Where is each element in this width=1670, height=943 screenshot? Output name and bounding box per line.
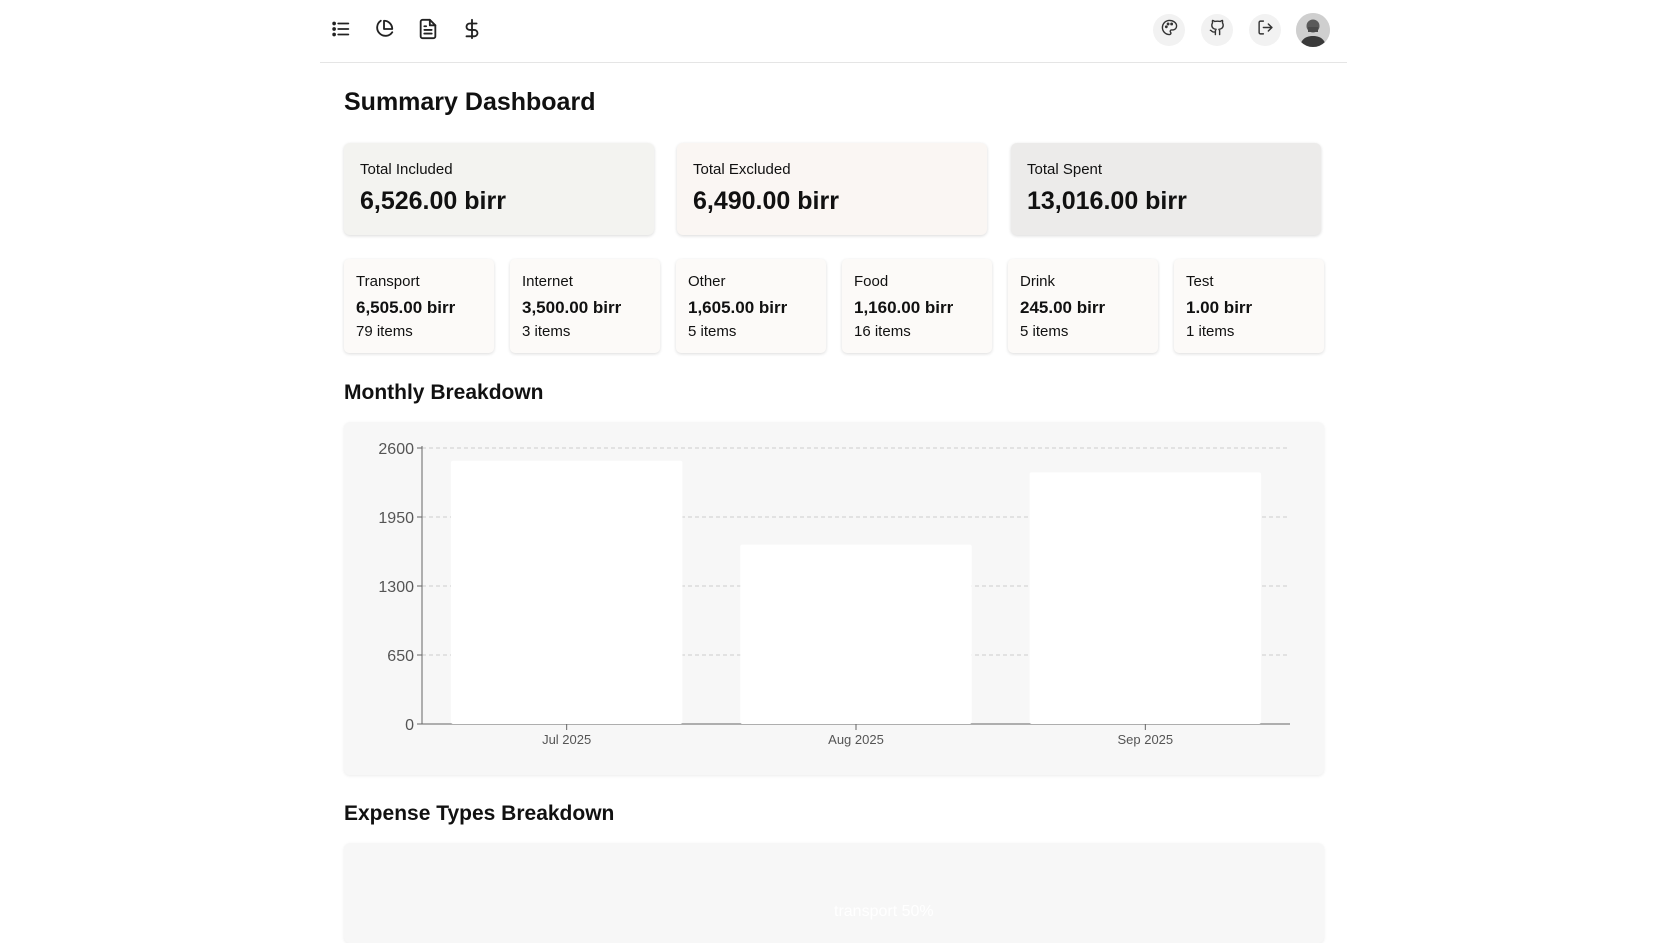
top-navbar [320,0,1347,63]
category-card-test: Test 1.00 birr 1 items [1174,259,1324,353]
y-tick-label: 1300 [378,579,414,596]
total-spent-card: Total Spent 13,016.00 birr [1011,143,1321,235]
bar [1029,472,1262,724]
total-excluded-card: Total Excluded 6,490.00 birr [677,143,987,235]
logout-icon [1257,19,1274,41]
category-count: 5 items [1020,323,1069,340]
total-included-label: Total Included [360,161,453,178]
category-card-food: Food 1,160.00 birr 16 items [842,259,992,353]
total-included-value: 6,526.00 birr [360,187,506,215]
category-amount: 1.00 birr [1186,298,1253,317]
category-amount: 6,505.00 birr [356,298,456,317]
category-count: 5 items [688,323,737,340]
category-amount: 245.00 birr [1020,298,1106,317]
avatar[interactable] [1296,13,1330,47]
total-spent-value: 13,016.00 birr [1027,187,1187,215]
total-spent-label: Total Spent [1027,161,1103,178]
list-icon[interactable] [328,16,354,42]
category-name: Transport [356,273,420,290]
monthly-chart-panel: 0 650 1300 1950 2600 Jul 2025 Aug 2025 Sep 2025 [344,422,1324,775]
x-tick-label: Aug 2025 [828,732,884,747]
dollar-icon[interactable] [459,16,485,42]
y-tick-label: 0 [405,717,414,734]
total-included-card: Total Included 6,526.00 birr [344,143,654,235]
monthly-bar-chart: 0 650 1300 1950 2600 Jul 2025 Aug 2025 Sep 2025 [378,441,1290,747]
category-amount: 1,160.00 birr [854,298,954,317]
y-tick-label: 1950 [378,510,414,527]
bar [740,544,972,724]
palette-icon [1161,19,1178,41]
app-container: Summary Dashboard Total Included 6,526.0… [320,0,1347,943]
bar [450,460,683,724]
pie-slice-label: transport 50% [834,903,934,920]
monthly-breakdown-title: Monthly Breakdown [344,381,544,404]
category-count: 1 items [1186,323,1235,340]
y-tick-label: 2600 [378,441,414,458]
page-title: Summary Dashboard [344,88,596,116]
category-name: Other [688,273,726,290]
category-card-other: Other 1,605.00 birr 5 items [676,259,826,353]
github-button[interactable] [1201,14,1233,46]
category-count: 16 items [854,323,911,340]
category-amount: 1,605.00 birr [688,298,788,317]
category-count: 3 items [522,323,571,340]
category-name: Food [854,273,889,290]
theme-button[interactable] [1153,14,1185,46]
x-tick-label: Jul 2025 [542,732,591,747]
category-name: Drink [1020,273,1056,290]
category-amount: 3,500.00 birr [522,298,622,317]
file-text-icon[interactable] [415,16,441,42]
total-excluded-value: 6,490.00 birr [693,187,839,215]
expense-types-title: Expense Types Breakdown [344,802,615,825]
x-tick-label: Sep 2025 [1117,732,1173,747]
category-name: Test [1186,273,1214,290]
category-name: Internet [522,273,573,290]
category-count: 79 items [356,323,413,340]
github-icon [1209,19,1226,41]
category-card-transport: Transport 6,505.00 birr 79 items [344,259,494,353]
pie-chart-icon[interactable] [371,16,397,42]
total-excluded-label: Total Excluded [693,161,791,178]
category-card-internet: Internet 3,500.00 birr 3 items [510,259,660,353]
category-card-drink: Drink 245.00 birr 5 items [1008,259,1158,353]
expense-types-panel: transport 50% [344,843,1324,943]
logout-button[interactable] [1249,14,1281,46]
y-tick-label: 650 [387,648,414,665]
